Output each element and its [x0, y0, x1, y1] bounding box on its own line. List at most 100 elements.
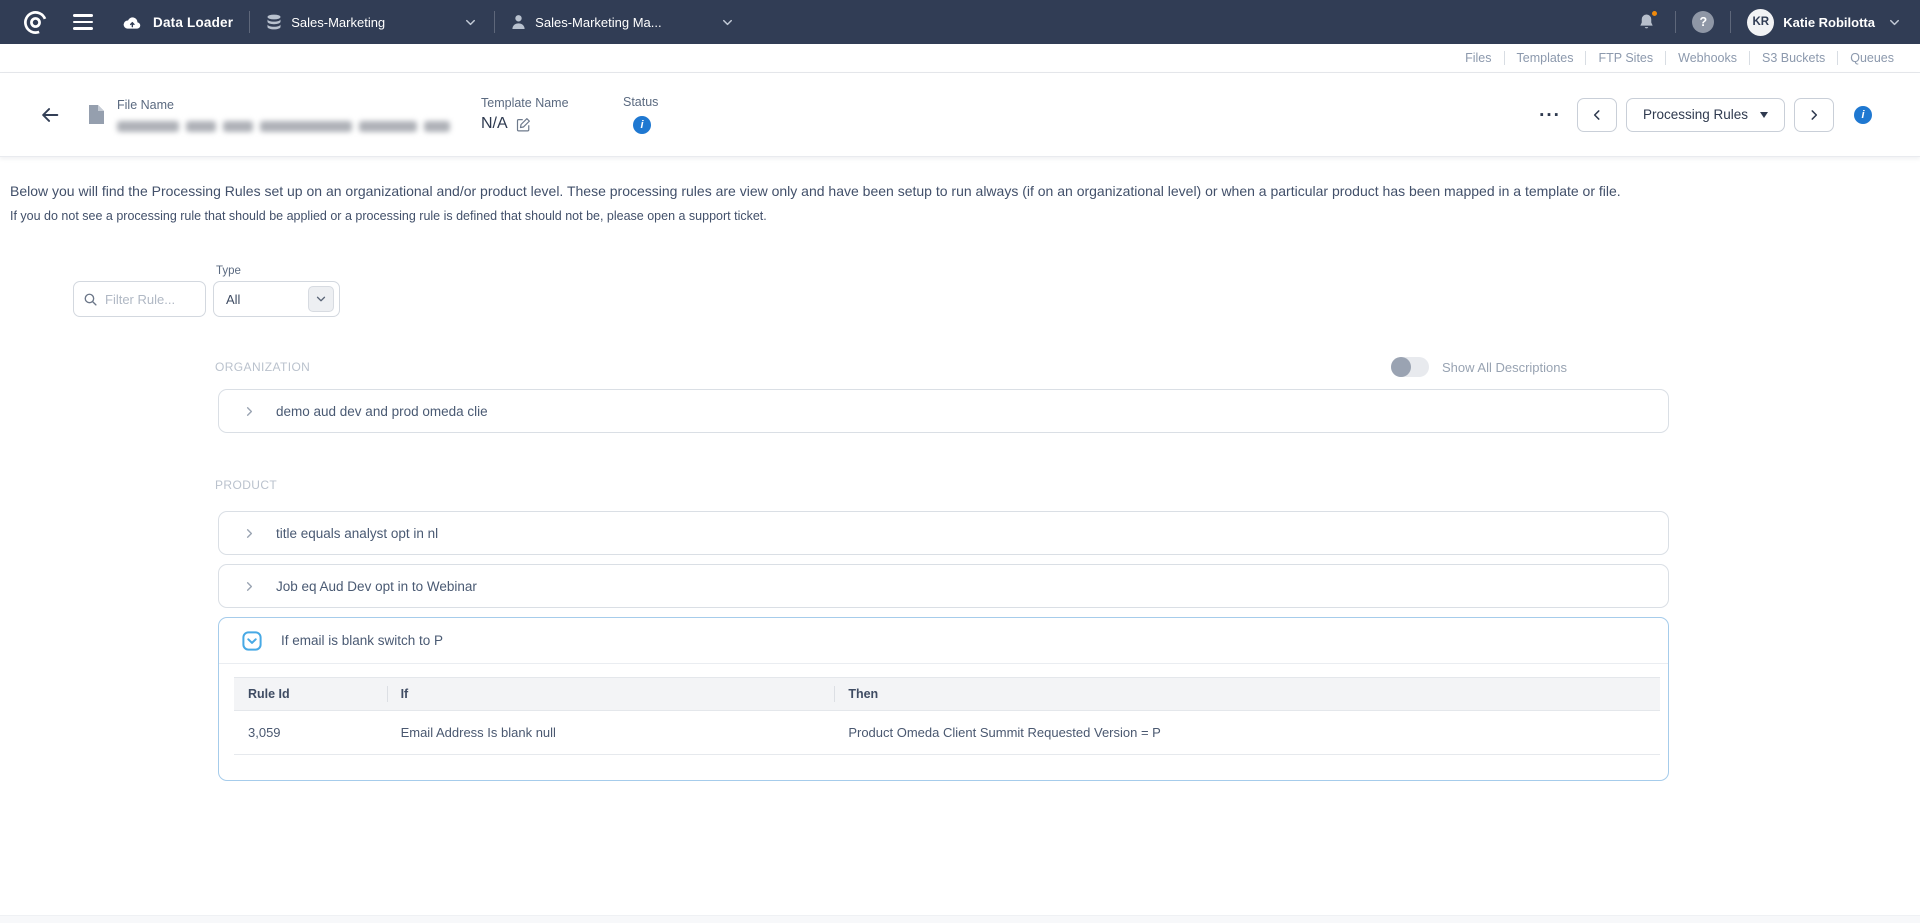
- type-select-value: All: [226, 292, 240, 307]
- rule-title: demo aud dev and prod omeda clie: [276, 404, 488, 419]
- user-name[interactable]: Katie Robilotta: [1783, 15, 1875, 30]
- caret-down-icon: [1760, 112, 1768, 118]
- processing-rules-content: Below you will find the Processing Rules…: [0, 183, 1920, 781]
- context-selector-value: Sales-Marketing Ma...: [535, 15, 661, 30]
- intro-text-line1: Below you will find the Processing Rules…: [10, 183, 1920, 199]
- omeda-logo-icon[interactable]: [18, 5, 52, 39]
- topbar-divider: [1730, 11, 1731, 33]
- rule-table-row: 3,059 Email Address Is blank null Produc…: [234, 711, 1660, 755]
- rule-filter-searchbox[interactable]: [73, 281, 206, 317]
- type-label: Type: [216, 265, 340, 277]
- filter-row: Type All: [73, 265, 1920, 317]
- file-name-redacted: [117, 121, 469, 132]
- template-name-block: Template Name N/A: [481, 96, 611, 133]
- notifications-bell-icon[interactable]: [1633, 9, 1659, 35]
- cell-rule-id: 3,059: [234, 711, 387, 755]
- database-selector-value: Sales-Marketing: [291, 15, 385, 30]
- topbar-divider: [494, 11, 495, 33]
- status-label: Status: [623, 95, 658, 109]
- template-name-label: Template Name: [481, 96, 611, 110]
- show-all-descriptions-label: Show All Descriptions: [1442, 360, 1567, 375]
- back-arrow-icon[interactable]: [36, 101, 64, 129]
- topbar-divider: [249, 11, 250, 33]
- file-name-label: File Name: [117, 98, 469, 112]
- database-icon: [266, 14, 282, 31]
- chevron-down-icon: [720, 15, 735, 30]
- edit-icon[interactable]: [516, 117, 531, 132]
- rule-card-product-2-expanded: If email is blank switch to P Rule Id If…: [218, 617, 1669, 781]
- chevron-down-icon[interactable]: [308, 286, 334, 312]
- file-header-controls: ... Processing Rules i: [1539, 98, 1872, 132]
- rule-table-header-row: Rule Id If Then: [234, 678, 1660, 711]
- rule-title: title equals analyst opt in nl: [276, 526, 438, 541]
- user-menu-chevron-down-icon[interactable]: [1887, 15, 1902, 30]
- show-all-descriptions-toggle[interactable]: [1391, 357, 1429, 377]
- menu-icon[interactable]: [66, 5, 100, 39]
- column-header-if: If: [387, 678, 835, 711]
- status-block: Status i: [623, 95, 658, 134]
- chevron-right-icon: [242, 579, 257, 594]
- step-dropdown[interactable]: Processing Rules: [1626, 98, 1785, 132]
- nav-link-ftp-sites[interactable]: FTP Sites: [1586, 51, 1665, 65]
- chevron-right-icon: [242, 526, 257, 541]
- rule-filter-input[interactable]: [105, 292, 196, 307]
- product-section-label: PRODUCT: [215, 478, 277, 492]
- type-filter-group: Type All: [213, 265, 340, 317]
- file-name-block: File Name: [117, 98, 469, 132]
- type-select[interactable]: All: [213, 281, 340, 317]
- step-dropdown-value: Processing Rules: [1643, 107, 1748, 122]
- page-info-icon[interactable]: i: [1854, 106, 1872, 124]
- more-options-icon[interactable]: ...: [1539, 101, 1561, 128]
- toggle-knob: [1391, 357, 1411, 377]
- chevron-right-icon: [1807, 108, 1821, 122]
- previous-step-button[interactable]: [1577, 98, 1617, 132]
- organization-rules-list: demo aud dev and prod omeda clie: [218, 389, 1669, 433]
- help-icon[interactable]: ?: [1692, 11, 1714, 33]
- rule-card-product-0[interactable]: title equals analyst opt in nl: [218, 511, 1669, 555]
- cloud-upload-icon: [122, 14, 143, 31]
- nav-link-templates[interactable]: Templates: [1505, 51, 1586, 65]
- cell-then: Product Omeda Client Summit Requested Ve…: [834, 711, 1660, 755]
- organization-section-label: ORGANIZATION: [215, 360, 310, 374]
- file-header: File Name Template Name N/A Status i ...: [0, 73, 1920, 157]
- hamburger-bars: [73, 10, 93, 34]
- topbar-right-group: ? KR Katie Robilotta: [1633, 9, 1902, 36]
- product-section-header: PRODUCT: [0, 475, 1920, 495]
- next-step-button[interactable]: [1794, 98, 1834, 132]
- chevron-down-icon: [463, 15, 478, 30]
- template-name-value: N/A: [481, 115, 508, 133]
- collapse-chevron-square-icon: [242, 631, 262, 651]
- column-header-rule-id: Rule Id: [234, 678, 387, 711]
- top-navigation-bar: Data Loader Sales-Marketing Sales-Market…: [0, 0, 1920, 44]
- app-title: Data Loader: [122, 14, 233, 31]
- rule-table: Rule Id If Then 3,059 Email Address Is b…: [234, 677, 1660, 755]
- document-icon: [88, 104, 105, 125]
- chevron-right-icon: [242, 404, 257, 419]
- intro-text-line2: If you do not see a processing rule that…: [10, 209, 1920, 223]
- nav-link-s3-buckets[interactable]: S3 Buckets: [1750, 51, 1837, 65]
- rule-title: If email is blank switch to P: [281, 633, 443, 648]
- user-avatar[interactable]: KR: [1747, 9, 1774, 36]
- search-icon: [83, 292, 98, 307]
- context-selector[interactable]: Sales-Marketing Ma...: [511, 14, 734, 30]
- rule-table-wrapper: Rule Id If Then 3,059 Email Address Is b…: [234, 677, 1660, 755]
- horizontal-scrollbar-track[interactable]: [0, 915, 1920, 923]
- show-all-descriptions-group: Show All Descriptions: [1391, 357, 1567, 377]
- rule-title: Job eq Aud Dev opt in to Webinar: [276, 579, 477, 594]
- expanded-rule-header[interactable]: If email is blank switch to P: [219, 618, 1668, 664]
- user-icon: [511, 14, 526, 30]
- organization-section-header: ORGANIZATION Show All Descriptions: [0, 357, 1920, 377]
- product-rules-list: title equals analyst opt in nl Job eq Au…: [218, 511, 1669, 781]
- nav-link-webhooks[interactable]: Webhooks: [1666, 51, 1749, 65]
- database-selector[interactable]: Sales-Marketing: [266, 14, 478, 31]
- cell-if: Email Address Is blank null: [387, 711, 835, 755]
- status-info-icon[interactable]: i: [633, 116, 651, 134]
- rule-card-product-1[interactable]: Job eq Aud Dev opt in to Webinar: [218, 564, 1669, 608]
- nav-link-files[interactable]: Files: [1453, 51, 1503, 65]
- column-header-then: Then: [834, 678, 1660, 711]
- notification-badge: [1650, 9, 1659, 18]
- rule-card-organization-0[interactable]: demo aud dev and prod omeda clie: [218, 389, 1669, 433]
- chevron-left-icon: [1590, 108, 1604, 122]
- nav-link-queues[interactable]: Queues: [1838, 51, 1906, 65]
- app-name: Data Loader: [153, 15, 233, 30]
